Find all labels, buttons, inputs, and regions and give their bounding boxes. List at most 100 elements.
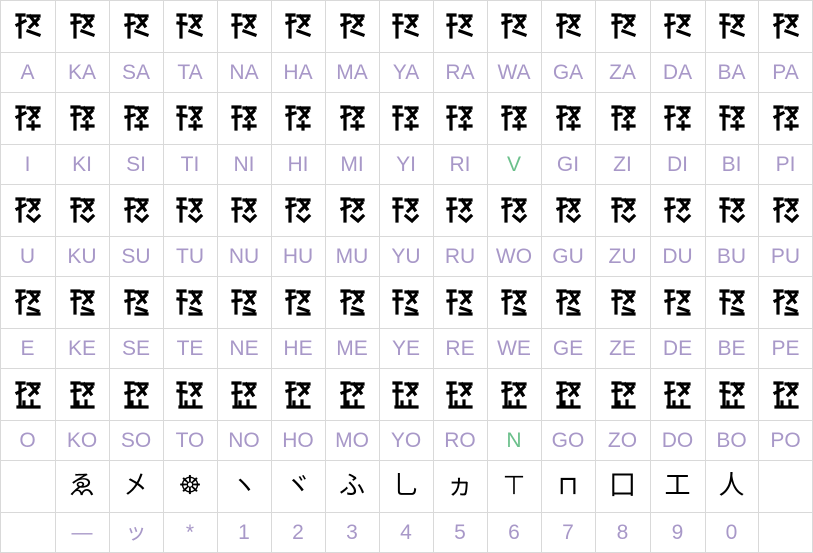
- syllable-glyph: [109, 0, 163, 52]
- syllable-label: WE: [497, 336, 531, 360]
- syllable-label: 2: [292, 521, 304, 544]
- syllable-glyph: [109, 184, 163, 236]
- syllable-label: KI: [72, 152, 92, 176]
- syllable-label: DI: [667, 152, 688, 176]
- syllable-label: HU: [282, 244, 314, 268]
- syllable-glyph: [487, 184, 541, 236]
- syllable-label: RO: [444, 428, 476, 452]
- syllable-label: BU: [716, 244, 747, 268]
- syllable-label: RI: [449, 152, 471, 176]
- symbol-glyph: ヵ: [446, 471, 473, 501]
- syllable-glyph: [595, 368, 650, 420]
- syllable-label: YO: [390, 428, 422, 452]
- syllable-glyph: [705, 184, 758, 236]
- syllable-label: DE: [662, 336, 693, 360]
- syllable-glyph: [379, 184, 433, 236]
- syllable-glyph: [271, 276, 325, 328]
- syllable-glyph: [325, 368, 379, 420]
- syllable-label: [0, 512, 55, 553]
- syllable-glyph: [217, 0, 271, 52]
- syllable-label: SU: [121, 244, 151, 268]
- symbol-glyph: ⼯: [664, 471, 691, 501]
- syllable-glyph: [163, 0, 217, 52]
- syllable-label: ZO: [607, 428, 638, 452]
- syllable-label: KE: [67, 336, 96, 360]
- syllable-label: SO: [120, 428, 152, 452]
- syllable-glyph: [379, 368, 433, 420]
- syllable-label: HE: [283, 336, 313, 360]
- syllable-label: GE: [552, 336, 584, 360]
- syllable-glyph: [541, 276, 595, 328]
- syllable-glyph: [163, 184, 217, 236]
- syllable-glyph: [55, 276, 109, 328]
- syllable-label: I: [24, 152, 31, 176]
- syllable-label: E: [20, 336, 35, 360]
- syllable-label: N: [506, 428, 522, 452]
- syllable-glyph: [595, 184, 650, 236]
- syllable-label: YE: [391, 336, 420, 360]
- syllable-glyph: [487, 92, 541, 144]
- syllable-label: MU: [335, 244, 369, 268]
- syllable-glyph: [163, 92, 217, 144]
- syllable-glyph: [217, 276, 271, 328]
- syllable-label: KO: [66, 428, 98, 452]
- syllable-label: TU: [176, 244, 204, 268]
- syllable-label: *: [185, 521, 195, 544]
- syllable-glyph: [650, 92, 705, 144]
- syllable-label: RE: [445, 336, 475, 360]
- syllable-label: YA: [392, 60, 420, 84]
- syllable-glyph: [271, 0, 325, 52]
- symbol-glyph: ⼞: [609, 471, 636, 501]
- symbol-glyph: ゑ: [68, 471, 95, 501]
- syllable-glyph: [705, 276, 758, 328]
- syllable-label: PU: [770, 244, 801, 268]
- syllable-glyph: [487, 0, 541, 52]
- syllable-label: SE: [121, 336, 150, 360]
- syllable-label: 8: [616, 521, 629, 544]
- syllable-glyph: [433, 276, 487, 328]
- syllable-glyph: [650, 368, 705, 420]
- syllable-glyph: [595, 92, 650, 144]
- syllable-glyph: [379, 0, 433, 52]
- syllable-glyph: [217, 92, 271, 144]
- syllable-glyph: [325, 184, 379, 236]
- syllable-label: DU: [662, 244, 693, 268]
- syllable-glyph: [163, 368, 217, 420]
- syllable-glyph: [379, 92, 433, 144]
- syllable-label: KU: [67, 244, 97, 268]
- syllable-label: 7: [562, 521, 574, 544]
- syllable-label: NA: [229, 60, 259, 84]
- syllable-glyph: [650, 276, 705, 328]
- syllable-label: WA: [497, 60, 531, 84]
- syllable-glyph: [758, 368, 813, 420]
- syllable-glyph: [271, 368, 325, 420]
- syllable-glyph: [541, 92, 595, 144]
- syllable-label: YU: [391, 244, 421, 268]
- syllable-glyph: [433, 0, 487, 52]
- syllable-glyph: [325, 92, 379, 144]
- syllable-label: V: [506, 152, 521, 176]
- syllable-label: 9: [671, 521, 684, 544]
- syllable-label: 0: [725, 521, 738, 544]
- syllable-glyph: [217, 368, 271, 420]
- syllable-label: SA: [121, 60, 150, 84]
- syllable-label: TI: [180, 152, 200, 176]
- syllable-label: TA: [177, 60, 203, 84]
- symbol-glyph: ヾ: [284, 471, 311, 501]
- syllable-label: 3: [346, 521, 358, 544]
- syllable-label: TO: [175, 428, 205, 452]
- syllable-label: ZA: [609, 60, 636, 84]
- syllable-label: MI: [340, 152, 364, 176]
- syllable-label: HO: [282, 428, 314, 452]
- syllable-glyph: [433, 368, 487, 420]
- syllable-glyph: [109, 276, 163, 328]
- syllable-glyph: [0, 0, 55, 52]
- syllable-label: GA: [552, 60, 584, 84]
- syllable-label: NE: [229, 336, 259, 360]
- syllable-label: BE: [717, 336, 746, 360]
- syllable-glyph: [0, 92, 55, 144]
- syllable-label: DO: [661, 428, 694, 452]
- syllable-glyph: [650, 184, 705, 236]
- syllable-glyph: [487, 276, 541, 328]
- syllable-label: BO: [716, 428, 747, 452]
